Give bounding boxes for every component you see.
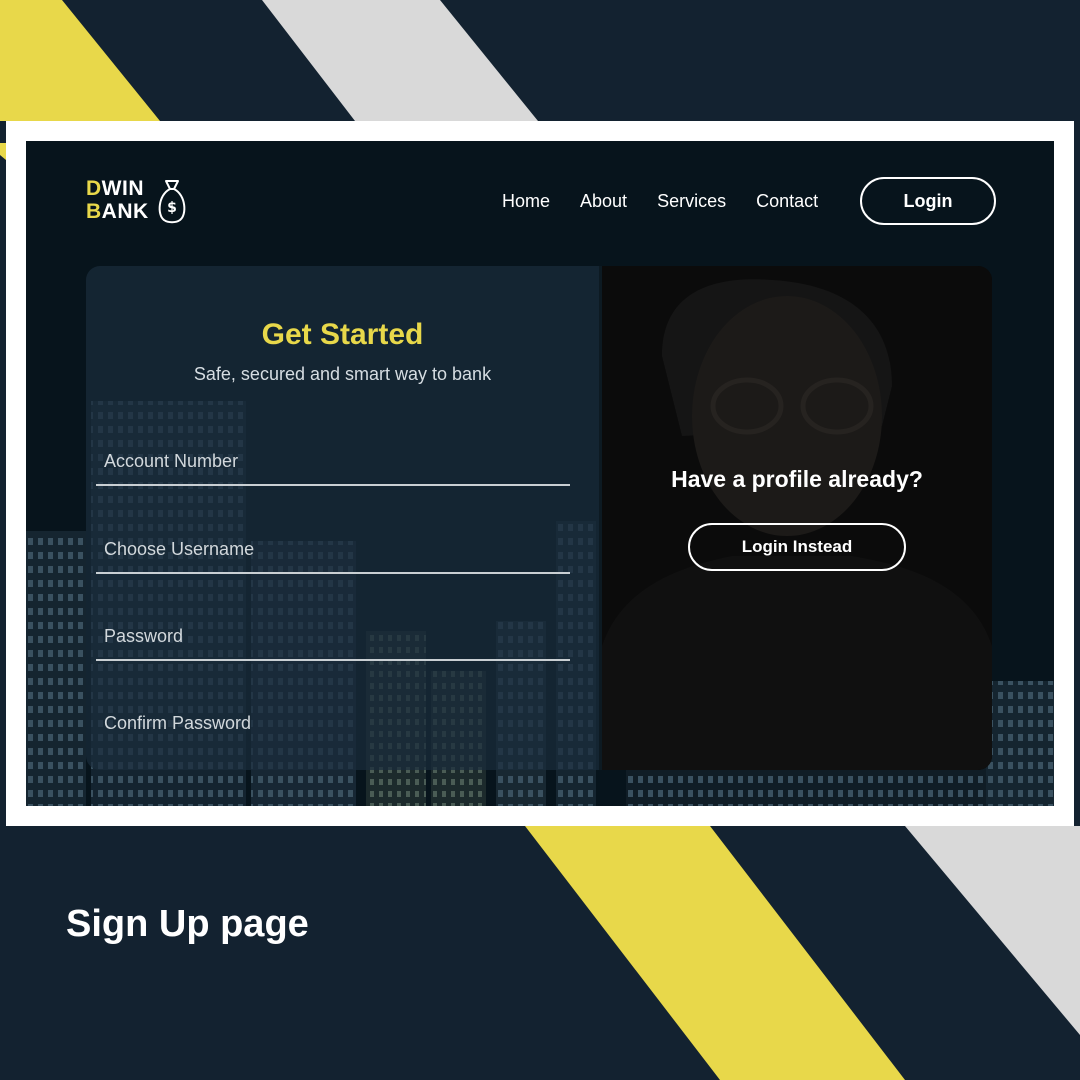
password-field-wrapper: [96, 626, 570, 661]
signup-title: Get Started: [261, 318, 424, 351]
signup-card: Get Started Safe, secured and smart way …: [86, 266, 992, 770]
signup-form-panel: Get Started Safe, secured and smart way …: [86, 266, 599, 770]
brand-name: DWIN BANK: [86, 177, 149, 223]
username-field-wrapper: [96, 539, 570, 574]
person-photo: [602, 266, 992, 770]
page-caption: Sign Up page: [66, 903, 309, 945]
nav-home[interactable]: Home: [502, 189, 550, 213]
top-navigation: Home About Services Contact: [502, 189, 848, 213]
svg-text:$: $: [167, 200, 177, 216]
existing-profile-panel: Have a profile already? Login Instead: [602, 266, 992, 770]
signup-subtitle: Safe, secured and smart way to bank: [193, 364, 492, 384]
profile-question: Have a profile already?: [671, 466, 923, 492]
nav-services[interactable]: Services: [657, 189, 726, 213]
account-number-field-wrapper: [96, 451, 570, 486]
username-input[interactable]: [96, 539, 570, 574]
brand-logo[interactable]: DWIN BANK $: [86, 177, 196, 229]
login-instead-button[interactable]: Login Instead: [688, 523, 906, 571]
password-input[interactable]: [96, 626, 570, 661]
money-bag-icon: $: [158, 180, 186, 224]
app-screen: DWIN BANK $ Home About Services Contact …: [26, 141, 1054, 806]
account-number-input[interactable]: [96, 451, 570, 486]
nav-about[interactable]: About: [580, 189, 627, 213]
header-login-button[interactable]: Login: [860, 177, 996, 225]
confirm-password-field-wrapper: [96, 713, 570, 746]
nav-contact[interactable]: Contact: [756, 189, 818, 213]
confirm-password-input[interactable]: [96, 713, 570, 746]
